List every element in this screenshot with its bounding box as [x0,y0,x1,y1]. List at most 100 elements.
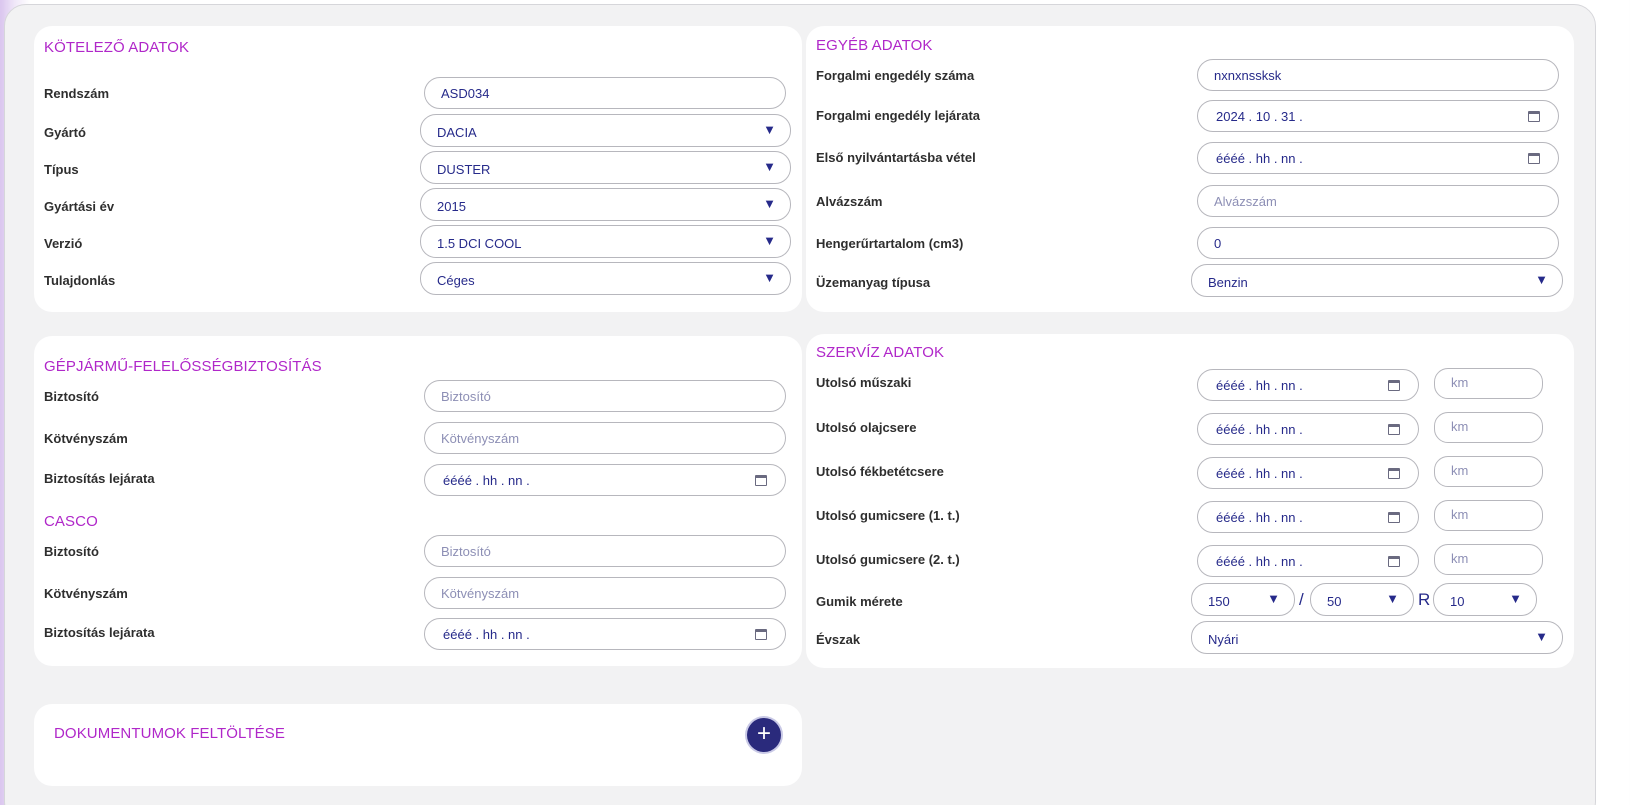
liability-policy-input[interactable] [424,422,786,454]
maker-label: Gyártó [44,125,86,140]
liability-expiry-label: Biztosítás lejárata [44,471,155,486]
calendar-icon[interactable] [755,474,767,486]
tire-ratio-select[interactable]: 50 ▼ [1310,583,1414,616]
type-select[interactable]: DUSTER ▼ [420,151,791,184]
add-document-button[interactable]: + [747,718,781,752]
section-title: SZERVÍZ ADATOK [816,344,945,361]
service-km-input[interactable]: km [1434,412,1543,443]
cc-label: Hengerűrtartalom (cm3) [816,236,964,251]
version-select[interactable]: 1.5 DCI COOL ▼ [420,225,791,258]
service-date[interactable]: éééé . hh . nn . [1197,501,1419,533]
service-date[interactable]: éééé . hh . nn . [1197,457,1419,489]
type-label: Típus [44,162,79,177]
liability-insurer-label: Biztosító [44,389,99,404]
fuel-select-value: Benzin [1208,275,1248,290]
casco-insurer-input[interactable] [424,535,786,567]
owner-label: Tulajdonlás [44,273,116,288]
casco-expiry-date[interactable]: éééé . hh . nn . [424,618,786,650]
reg-number-input[interactable] [1197,59,1559,91]
calendar-icon[interactable] [1388,423,1400,435]
tire-width-select[interactable]: 150 ▼ [1191,583,1295,616]
season-select[interactable]: Nyári ▼ [1191,621,1563,654]
first-reg-value: éééé . hh . nn . [1216,150,1303,166]
calendar-icon[interactable] [1388,555,1400,567]
service-date[interactable]: éééé . hh . nn . [1197,369,1419,401]
first-reg-date[interactable]: éééé . hh . nn . [1197,142,1559,174]
calendar-icon[interactable] [1388,379,1400,391]
tire-rim-value: 10 [1450,594,1465,609]
casco-insurer-field[interactable] [441,543,769,559]
reg-expiry-value: 2024 . 10 . 31 . [1216,108,1303,124]
other-data-card: EGYÉB ADATOK Forgalmi engedély száma For… [806,26,1574,312]
owner-select[interactable]: Céges ▼ [420,262,791,295]
service-row-label: Utolsó gumicsere (1. t.) [816,508,960,523]
calendar-icon[interactable] [1388,511,1400,523]
vin-input-field[interactable] [1214,193,1542,209]
liability-insurer-input[interactable] [424,380,786,412]
reg-number-input-field[interactable] [1214,67,1542,83]
calendar-icon[interactable] [1528,110,1540,122]
liability-expiry-date[interactable]: éééé . hh . nn . [424,464,786,496]
tire-rim-select[interactable]: 10 ▼ [1433,583,1537,616]
calendar-icon[interactable] [1528,152,1540,164]
season-label: Évszak [816,632,861,647]
service-date[interactable]: éééé . hh . nn . [1197,545,1419,577]
service-row-label: Utolsó gumicsere (2. t.) [816,552,960,567]
owner-select-value: Céges [437,273,475,288]
chevron-down-icon: ▼ [763,233,776,248]
chevron-down-icon: ▼ [1267,591,1280,606]
calendar-icon[interactable] [1388,467,1400,479]
tire-ratio-value: 50 [1327,594,1342,609]
service-row-label: Utolsó műszaki [816,375,912,390]
year-select-value: 2015 [437,199,466,214]
casco-policy-input[interactable] [424,577,786,609]
version-label: Verzió [44,236,83,251]
year-select[interactable]: 2015 ▼ [420,188,791,221]
section-title: GÉPJÁRMŰ-FELELŐSSÉGBIZTOSÍTÁS [44,358,322,375]
chevron-down-icon: ▼ [763,196,776,211]
chevron-down-icon: ▼ [1509,591,1522,606]
service-km-input[interactable]: km [1434,456,1543,487]
service-km-input[interactable]: km [1434,500,1543,531]
vin-input[interactable] [1197,185,1559,217]
section-title: KÖTELEZŐ ADATOK [44,39,190,56]
service-date-value: éééé . hh . nn . [1216,509,1303,525]
fuel-select[interactable]: Benzin ▼ [1191,264,1563,297]
cc-input[interactable] [1197,227,1559,259]
reg-expiry-date[interactable]: 2024 . 10 . 31 . [1197,100,1559,132]
tire-r-label: R [1418,590,1431,609]
maker-select[interactable]: DACIA ▼ [420,114,791,147]
tire-slash: / [1299,590,1304,609]
service-date-value: éééé . hh . nn . [1216,553,1303,569]
mandatory-data-card: KÖTELEZŐ ADATOK Rendszám Gyártó DACIA ▼ … [34,26,802,312]
vin-label: Alvázszám [816,194,883,209]
casco-expiry-value: éééé . hh . nn . [443,626,530,642]
chevron-down-icon: ▼ [763,270,776,285]
casco-policy-field[interactable] [441,585,769,601]
tire-width-value: 150 [1208,594,1230,609]
chevron-down-icon: ▼ [763,122,776,137]
reg-number-label: Forgalmi engedély száma [816,68,975,83]
service-date[interactable]: éééé . hh . nn . [1197,413,1419,445]
cc-input-field[interactable] [1214,235,1542,251]
reg-expiry-label: Forgalmi engedély lejárata [816,108,981,123]
service-date-value: éééé . hh . nn . [1216,421,1303,437]
liability-insurer-field[interactable] [441,388,769,404]
first-reg-label: Első nyilvántartásba vétel [816,150,976,165]
plate-label: Rendszám [44,86,110,101]
chevron-down-icon: ▼ [1535,629,1548,644]
season-select-value: Nyári [1208,632,1239,647]
section-title: DOKUMENTUMOK FELTÖLTÉSE [54,725,285,742]
service-km-input[interactable]: km [1434,544,1543,575]
calendar-icon[interactable] [755,628,767,640]
liability-expiry-value: éééé . hh . nn . [443,472,530,488]
plate-input-field[interactable] [441,85,769,101]
liability-policy-field[interactable] [441,430,769,446]
year-label: Gyártási év [44,199,115,214]
tire-size-label: Gumik mérete [816,594,903,609]
plate-input[interactable] [424,77,786,109]
chevron-down-icon: ▼ [1386,591,1399,606]
documents-card: DOKUMENTUMOK FELTÖLTÉSE + [34,704,802,786]
service-km-input[interactable]: km [1434,368,1543,399]
casco-title: CASCO [44,513,98,530]
